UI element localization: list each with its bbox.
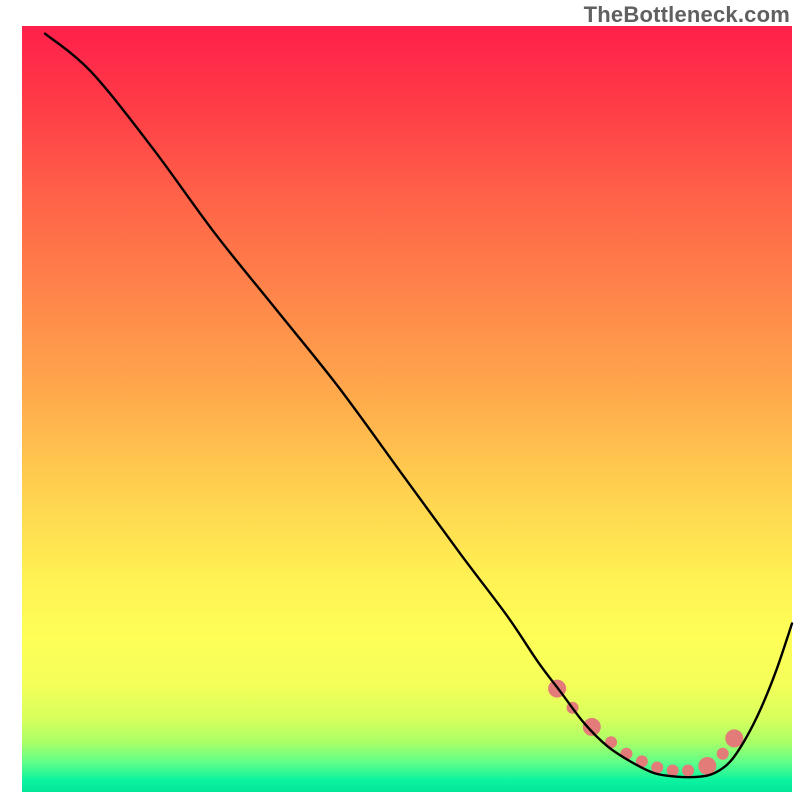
marker-dot (725, 729, 743, 747)
chart-frame: TheBottleneck.com (0, 0, 800, 800)
bottleneck-chart (0, 0, 800, 800)
marker-dot (717, 748, 729, 760)
plot-background (22, 26, 792, 792)
marker-dot (682, 765, 694, 777)
